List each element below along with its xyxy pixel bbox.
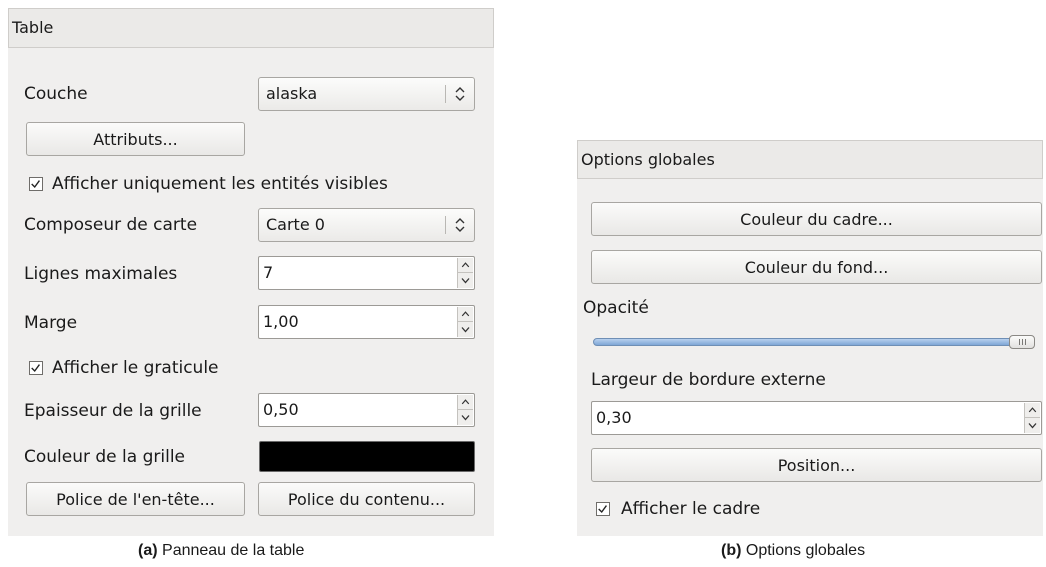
background-color-button[interactable]: Couleur du fond...: [591, 250, 1042, 284]
up-down-arrows-icon: [455, 87, 465, 101]
table-panel: Table Couche alaska Attributs... Affiche…: [8, 8, 494, 536]
caption-b-text: Options globales: [745, 542, 866, 559]
show-grid-checkbox[interactable]: [29, 361, 43, 375]
checkmark-icon: [31, 180, 40, 189]
caption-b: (b) Options globales: [721, 542, 865, 560]
global-options-panel: Options globales Couleur du cadre... Cou…: [577, 140, 1043, 536]
spin-up-icon[interactable]: [458, 307, 473, 322]
outline-width-value: 0,30: [596, 408, 632, 427]
spinbox-buttons: [457, 258, 473, 288]
margin-spinbox[interactable]: 1,00: [258, 305, 475, 339]
grid-width-value: 0,50: [263, 400, 299, 419]
content-font-button[interactable]: Police du contenu...: [258, 482, 475, 516]
caption-a: (a) Panneau de la table: [138, 542, 304, 560]
grip: [1025, 339, 1026, 345]
margin-label: Marge: [24, 313, 78, 333]
grip: [1019, 339, 1020, 345]
spin-down-icon[interactable]: [458, 410, 473, 425]
max-rows-value: 7: [263, 263, 274, 282]
outline-width-spinbox[interactable]: 0,30: [591, 401, 1042, 435]
show-grid-label: Afficher le graticule: [52, 358, 219, 378]
opacity-label: Opacité: [583, 298, 649, 318]
checkmark-icon: [31, 364, 40, 373]
layer-combo-value: alaska: [266, 84, 318, 103]
opacity-slider-handle[interactable]: [1009, 335, 1035, 349]
spinbox-buttons: [1024, 403, 1040, 433]
outline-width-label: Largeur de bordure externe: [591, 370, 826, 390]
grid-width-label: Epaisseur de la grille: [24, 401, 202, 421]
spinbox-buttons: [457, 395, 473, 425]
grid-color-label: Couleur de la grille: [24, 447, 186, 467]
map-composer-combo-value: Carte 0: [266, 215, 325, 234]
show-frame-checkbox[interactable]: [596, 502, 610, 516]
spin-up-icon[interactable]: [458, 258, 473, 273]
max-rows-spinbox[interactable]: 7: [258, 256, 475, 290]
show-frame-label: Afficher le cadre: [621, 499, 761, 519]
margin-value: 1,00: [263, 312, 299, 331]
grid-color-swatch[interactable]: [259, 441, 475, 472]
show-visible-only-label: Afficher uniquement les entités visibles: [52, 174, 388, 194]
show-visible-only-checkbox[interactable]: [29, 177, 43, 191]
spin-down-icon[interactable]: [458, 322, 473, 337]
spinbox-buttons: [457, 307, 473, 337]
combo-separator: [445, 85, 446, 103]
header-font-button[interactable]: Police de l'en-tête...: [26, 482, 245, 516]
spin-up-icon[interactable]: [1025, 403, 1040, 418]
map-composer-combo[interactable]: Carte 0: [258, 208, 475, 242]
caption-b-tag: (b): [721, 542, 742, 559]
spin-down-icon[interactable]: [1025, 418, 1040, 433]
caption-a-tag: (a): [138, 542, 158, 559]
layer-combo[interactable]: alaska: [258, 77, 475, 111]
combo-separator: [445, 216, 446, 234]
attributes-button[interactable]: Attributs...: [26, 122, 245, 156]
grid-width-spinbox[interactable]: 0,50: [258, 393, 475, 427]
position-button[interactable]: Position...: [591, 448, 1042, 482]
frame-color-button[interactable]: Couleur du cadre...: [591, 202, 1042, 236]
spin-up-icon[interactable]: [458, 395, 473, 410]
max-rows-label: Lignes maximales: [24, 264, 178, 284]
layer-label: Couche: [24, 84, 88, 104]
table-panel-header: Table: [8, 8, 494, 48]
global-options-header: Options globales: [577, 140, 1043, 179]
caption-a-text: Panneau de la table: [162, 542, 305, 559]
checkmark-icon: [598, 505, 607, 514]
spin-down-icon[interactable]: [458, 273, 473, 288]
grip: [1022, 339, 1023, 345]
map-composer-label: Composeur de carte: [24, 215, 198, 235]
up-down-arrows-icon: [455, 218, 465, 232]
opacity-slider-track[interactable]: [593, 338, 1033, 346]
